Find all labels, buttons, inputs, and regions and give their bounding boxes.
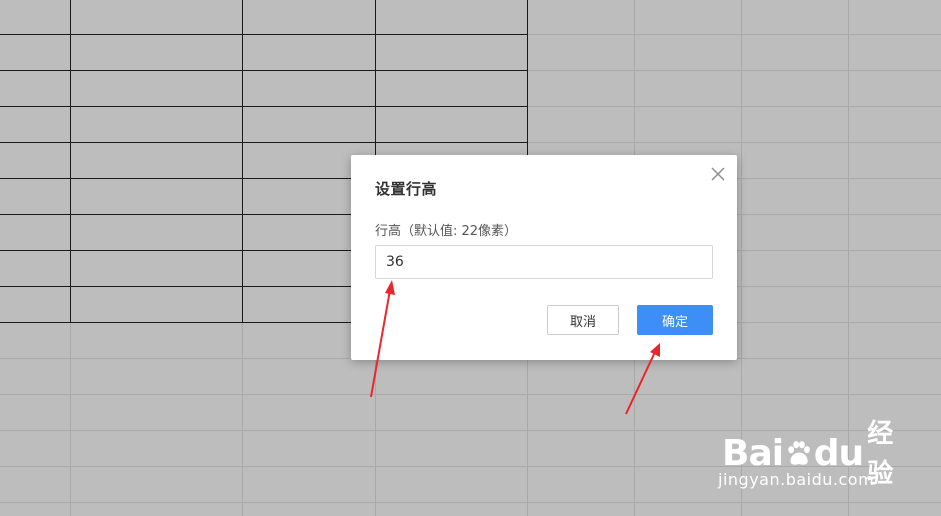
row-height-label: 行高（默认值: 22像素） [375,224,518,239]
watermark-url: jingyan.baidu.com [718,470,875,489]
dialog-title: 设置行高 [375,180,438,198]
row-height-input[interactable] [375,245,713,279]
close-icon[interactable] [709,165,727,183]
watermark-brand-right: du [813,433,864,474]
confirm-button[interactable]: 确定 [637,305,713,335]
set-row-height-dialog: 设置行高 行高（默认值: 22像素） 取消 确定 [351,155,737,360]
paw-icon [788,441,810,465]
baidu-jingyan-watermark: Bai du 经验 jingyan.baidu.com [716,412,902,498]
cancel-button[interactable]: 取消 [547,305,619,335]
watermark-brand-left: Bai [722,433,784,474]
